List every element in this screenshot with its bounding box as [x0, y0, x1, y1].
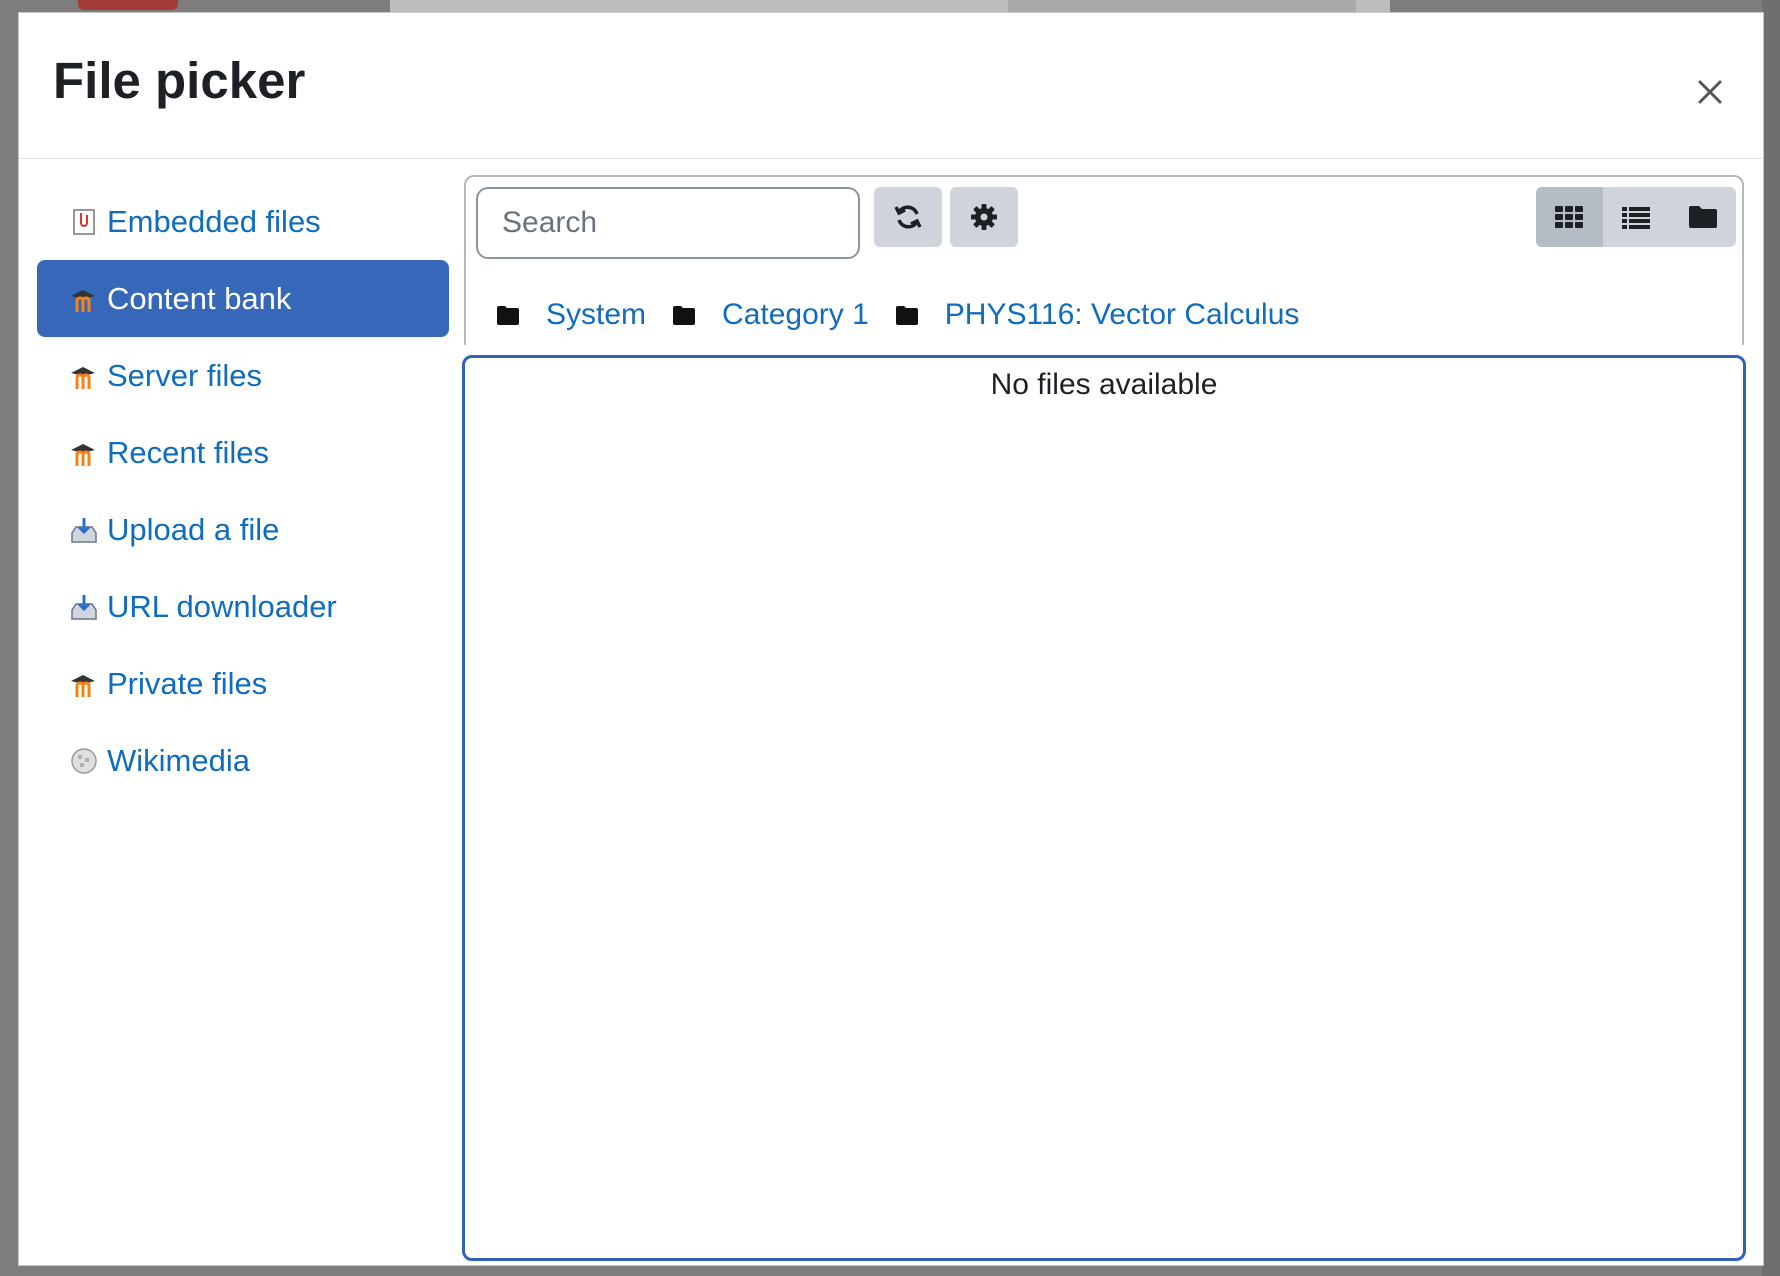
- repository-list: Embedded files Content bank Server files…: [37, 183, 449, 799]
- file-picker-modal: File picker Embedded files Content bank: [18, 12, 1764, 1266]
- repo-item-upload-file[interactable]: Upload a file: [37, 491, 449, 568]
- repo-item-label: Embedded files: [107, 203, 321, 239]
- breadcrumb: System Category 1 PHYS116: Vector Calcul…: [496, 295, 1325, 335]
- file-toolbar: System Category 1 PHYS116: Vector Calcul…: [464, 175, 1744, 345]
- repo-item-url-downloader[interactable]: URL downloader: [37, 568, 449, 645]
- modal-title: File picker: [53, 52, 306, 109]
- view-toggle-group: [1536, 187, 1736, 247]
- background-badge: [78, 0, 178, 10]
- file-browser: System Category 1 PHYS116: Vector Calcul…: [462, 175, 1762, 1263]
- repo-item-private-files[interactable]: Private files: [37, 645, 449, 722]
- repo-item-embedded-files[interactable]: Embedded files: [37, 183, 449, 260]
- grid-view-icon: [1555, 206, 1584, 228]
- close-icon: [1698, 80, 1722, 104]
- gear-icon: [971, 204, 997, 230]
- embedded-files-icon: [69, 207, 99, 237]
- breadcrumb-item-category[interactable]: Category 1: [672, 298, 869, 332]
- wikimedia-globe-icon: [69, 746, 99, 776]
- folder-view-icon: [1688, 206, 1717, 228]
- repo-item-label: Server files: [107, 357, 263, 393]
- background-button: [1008, 0, 1356, 12]
- refresh-icon: [894, 205, 922, 229]
- background-edge: [1762, 0, 1780, 1276]
- moodle-icon: [69, 438, 99, 468]
- upload-icon: [69, 592, 99, 622]
- grid-view-button[interactable]: [1536, 187, 1603, 247]
- modal-header: File picker: [19, 13, 1763, 159]
- settings-button[interactable]: [950, 187, 1018, 247]
- moodle-icon: [69, 361, 99, 391]
- repo-item-label: Recent files: [107, 434, 269, 470]
- empty-files-message: No files available: [990, 368, 1218, 401]
- repo-item-label: Upload a file: [107, 511, 280, 547]
- repo-item-label: Wikimedia: [107, 742, 250, 778]
- repo-item-label: Content bank: [107, 280, 292, 316]
- search-input[interactable]: [476, 187, 860, 259]
- folder-icon: [895, 306, 918, 325]
- folder-view-button[interactable]: [1669, 187, 1736, 247]
- list-view-icon: [1622, 207, 1650, 229]
- breadcrumb-label: PHYS116: Vector Calculus: [944, 298, 1300, 331]
- refresh-button[interactable]: [874, 187, 942, 247]
- breadcrumb-label: Category 1: [722, 298, 869, 331]
- moodle-icon: [69, 669, 99, 699]
- moodle-icon: [69, 284, 99, 314]
- folder-icon: [497, 306, 519, 325]
- list-view-button[interactable]: [1603, 187, 1670, 247]
- repo-item-content-bank[interactable]: Content bank: [37, 260, 449, 337]
- file-list-area[interactable]: No files available: [462, 355, 1746, 1261]
- breadcrumb-label: System: [546, 298, 647, 331]
- repo-item-label: URL downloader: [107, 588, 337, 624]
- folder-icon: [673, 306, 696, 325]
- upload-icon: [69, 515, 99, 545]
- breadcrumb-item-course[interactable]: PHYS116: Vector Calculus: [895, 298, 1300, 332]
- repo-item-recent-files[interactable]: Recent files: [37, 414, 449, 491]
- repo-item-server-files[interactable]: Server files: [37, 337, 449, 414]
- repo-item-label: Private files: [107, 665, 268, 701]
- repo-item-wikimedia[interactable]: Wikimedia: [37, 722, 449, 799]
- close-button[interactable]: [1685, 67, 1735, 117]
- breadcrumb-item-system[interactable]: System: [496, 298, 646, 332]
